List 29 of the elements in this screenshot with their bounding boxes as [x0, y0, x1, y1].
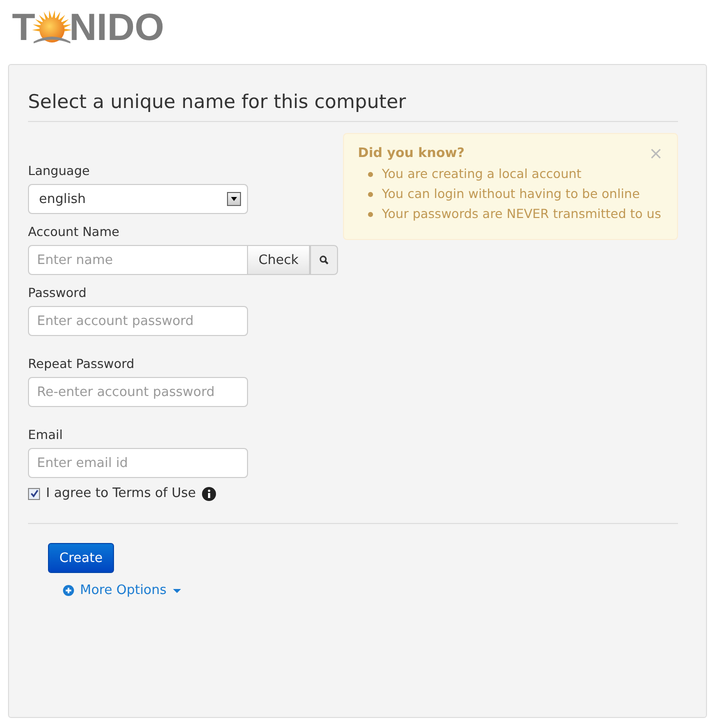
text-input-field[interactable]: Enter email id	[28, 448, 248, 478]
language-dropdown[interactable]: english	[28, 184, 248, 214]
search-button[interactable]	[310, 245, 338, 275]
notice-item: Your passwords are NEVER transmitted to us	[382, 205, 662, 223]
more-options-link[interactable]: More Options	[63, 583, 181, 598]
bullet-icon	[368, 192, 373, 196]
notice-item: You can login without having to be online	[382, 185, 640, 203]
terms-label: I agree to Terms of Use	[46, 486, 196, 501]
terms-checkbox[interactable]	[28, 488, 40, 500]
text-input-field[interactable]: Enter account password	[28, 306, 248, 336]
field-label: Language	[28, 163, 91, 178]
text-input-field[interactable]: Re-enter account password	[28, 377, 248, 407]
logo-text: NIDO	[69, 10, 164, 46]
check-button[interactable]: Check	[248, 245, 310, 275]
name-input-field[interactable]: Enter name	[28, 245, 248, 275]
plus-circle-icon	[63, 585, 74, 596]
field-label: Repeat Password	[28, 356, 136, 371]
create-button[interactable]: Create	[48, 543, 114, 573]
notice-title: Did you know?	[358, 146, 465, 161]
field-label: Account Name	[28, 224, 120, 239]
bullet-icon	[368, 212, 373, 216]
field-label: Email	[28, 427, 64, 442]
search-icon	[319, 255, 329, 265]
bullet-icon	[368, 172, 373, 176]
info-icon	[202, 486, 216, 500]
field-label: Password	[28, 285, 88, 300]
page-title: Select a unique name for this computer	[28, 65, 678, 122]
logo-text: T	[12, 10, 36, 46]
notice-item: You are creating a local account	[382, 165, 582, 183]
